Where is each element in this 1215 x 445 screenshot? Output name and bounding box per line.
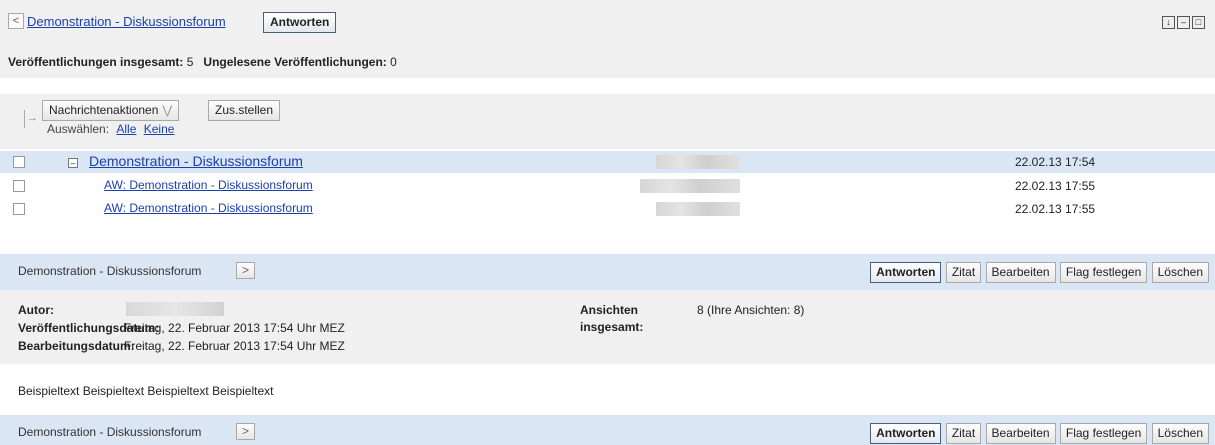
flag-button[interactable]: Flag festlegen (1059, 262, 1148, 283)
list-item[interactable]: AW: Demonstration - Diskussionsforum 22.… (0, 175, 1215, 197)
row-checkbox[interactable] (13, 156, 25, 168)
author-avatar-blurred (656, 202, 740, 216)
edit-button[interactable]: Bearbeiten (985, 262, 1056, 283)
quote-button[interactable]: Zitat (945, 262, 982, 283)
views-label-line1: Ansichten (580, 303, 639, 317)
views-value: 8 (Ihre Ansichten: 8) (697, 303, 805, 317)
delete-button[interactable]: Löschen (1151, 262, 1209, 283)
message-actions-label: Nachrichtenaktionen (49, 103, 159, 117)
select-none-link[interactable]: Keine (144, 122, 175, 136)
post-date: 22.02.13 17:55 (1015, 179, 1096, 193)
author-name-blurred (126, 302, 224, 316)
author-avatar-blurred (656, 155, 740, 169)
message-actions-bar: Nachrichtenaktionen⋁ Zus.stellen Auswähl… (0, 94, 1215, 149)
delete-button[interactable]: Löschen (1151, 423, 1209, 444)
views-label-line2: insgesamt: (580, 320, 644, 334)
reply-button[interactable]: Antworten (870, 262, 942, 283)
post-stats: Veröffentlichungen insgesamt: 5 Ungelese… (8, 55, 397, 69)
edit-button[interactable]: Bearbeiten (985, 423, 1056, 444)
reply-title-link[interactable]: AW: Demonstration - Diskussionsforum (104, 201, 313, 215)
edited-value: Freitag, 22. Februar 2013 17:54 Uhr MEZ (124, 339, 345, 353)
post-date: 22.02.13 17:54 (1015, 155, 1096, 169)
minimize-icon[interactable]: – (1177, 16, 1190, 29)
edited-label: Bearbeitungsdatum: (18, 339, 135, 353)
window-controls: ↓ – □ (1160, 14, 1205, 29)
post-title: Demonstration - Diskussionsforum (18, 425, 202, 439)
thread-title-link[interactable]: Demonstration - Diskussionsforum (89, 153, 303, 169)
select-all-link[interactable]: Alle (116, 122, 136, 136)
post-body: Beispieltext Beispieltext Beispieltext B… (18, 384, 274, 398)
list-item[interactable]: – Demonstration - Diskussionsforum 22.02… (0, 151, 1215, 173)
author-label: Autor: (18, 303, 54, 317)
unread-posts-value: 0 (390, 55, 397, 69)
select-label: Auswählen: (47, 122, 110, 136)
post-title: Demonstration - Diskussionsforum (18, 264, 202, 278)
next-post-button[interactable]: > (236, 423, 256, 440)
breadcrumb-forum-link[interactable]: Demonstration - Diskussionsforum (27, 14, 226, 29)
unread-posts-label: Ungelesene Veröffentlichungen: (203, 55, 387, 69)
total-posts-label: Veröffentlichungen insgesamt: (8, 55, 184, 69)
author-avatar-blurred (640, 179, 740, 193)
chevron-down-icon: ⋁ (162, 103, 173, 117)
post-detail-header: Demonstration - Diskussionsforum > Antwo… (0, 254, 1215, 290)
post-action-buttons: Antworten Zitat Bearbeiten Flag festlege… (869, 423, 1209, 444)
total-posts-value: 5 (186, 55, 194, 69)
back-button[interactable]: < (8, 13, 24, 29)
header-bar: < Demonstration - Diskussionsforum Antwo… (0, 0, 1215, 78)
compose-button[interactable]: Zus.stellen (208, 100, 281, 121)
post-detail-footer: Demonstration - Diskussionsforum > Antwo… (0, 415, 1215, 445)
next-post-button[interactable]: > (236, 262, 256, 279)
reply-title-link[interactable]: AW: Demonstration - Diskussionsforum (104, 178, 313, 192)
post-metadata: Autor: Freitag, 22. Februar 2013 17:54 U… (0, 290, 1215, 364)
published-label: Veröffentlichungsdatum: (18, 321, 160, 335)
row-checkbox[interactable] (13, 180, 25, 192)
reply-button[interactable]: Antworten (870, 423, 942, 444)
download-icon[interactable]: ↓ (1162, 16, 1175, 29)
post-date: 22.02.13 17:55 (1015, 202, 1096, 216)
row-checkbox[interactable] (13, 203, 25, 215)
tree-arrow-icon (24, 110, 39, 128)
select-controls: Auswählen: Alle Keine (47, 122, 174, 136)
quote-button[interactable]: Zitat (945, 423, 982, 444)
flag-button[interactable]: Flag festlegen (1059, 423, 1148, 444)
collapse-icon[interactable]: – (68, 158, 78, 168)
restore-icon[interactable]: □ (1192, 16, 1205, 29)
message-actions-dropdown[interactable]: Nachrichtenaktionen ⋁ (42, 100, 180, 121)
post-action-buttons: Antworten Zitat Bearbeiten Flag festlege… (869, 262, 1209, 283)
list-item[interactable]: AW: Demonstration - Diskussionsforum 22.… (0, 198, 1215, 220)
reply-button[interactable]: Antworten (263, 12, 337, 33)
